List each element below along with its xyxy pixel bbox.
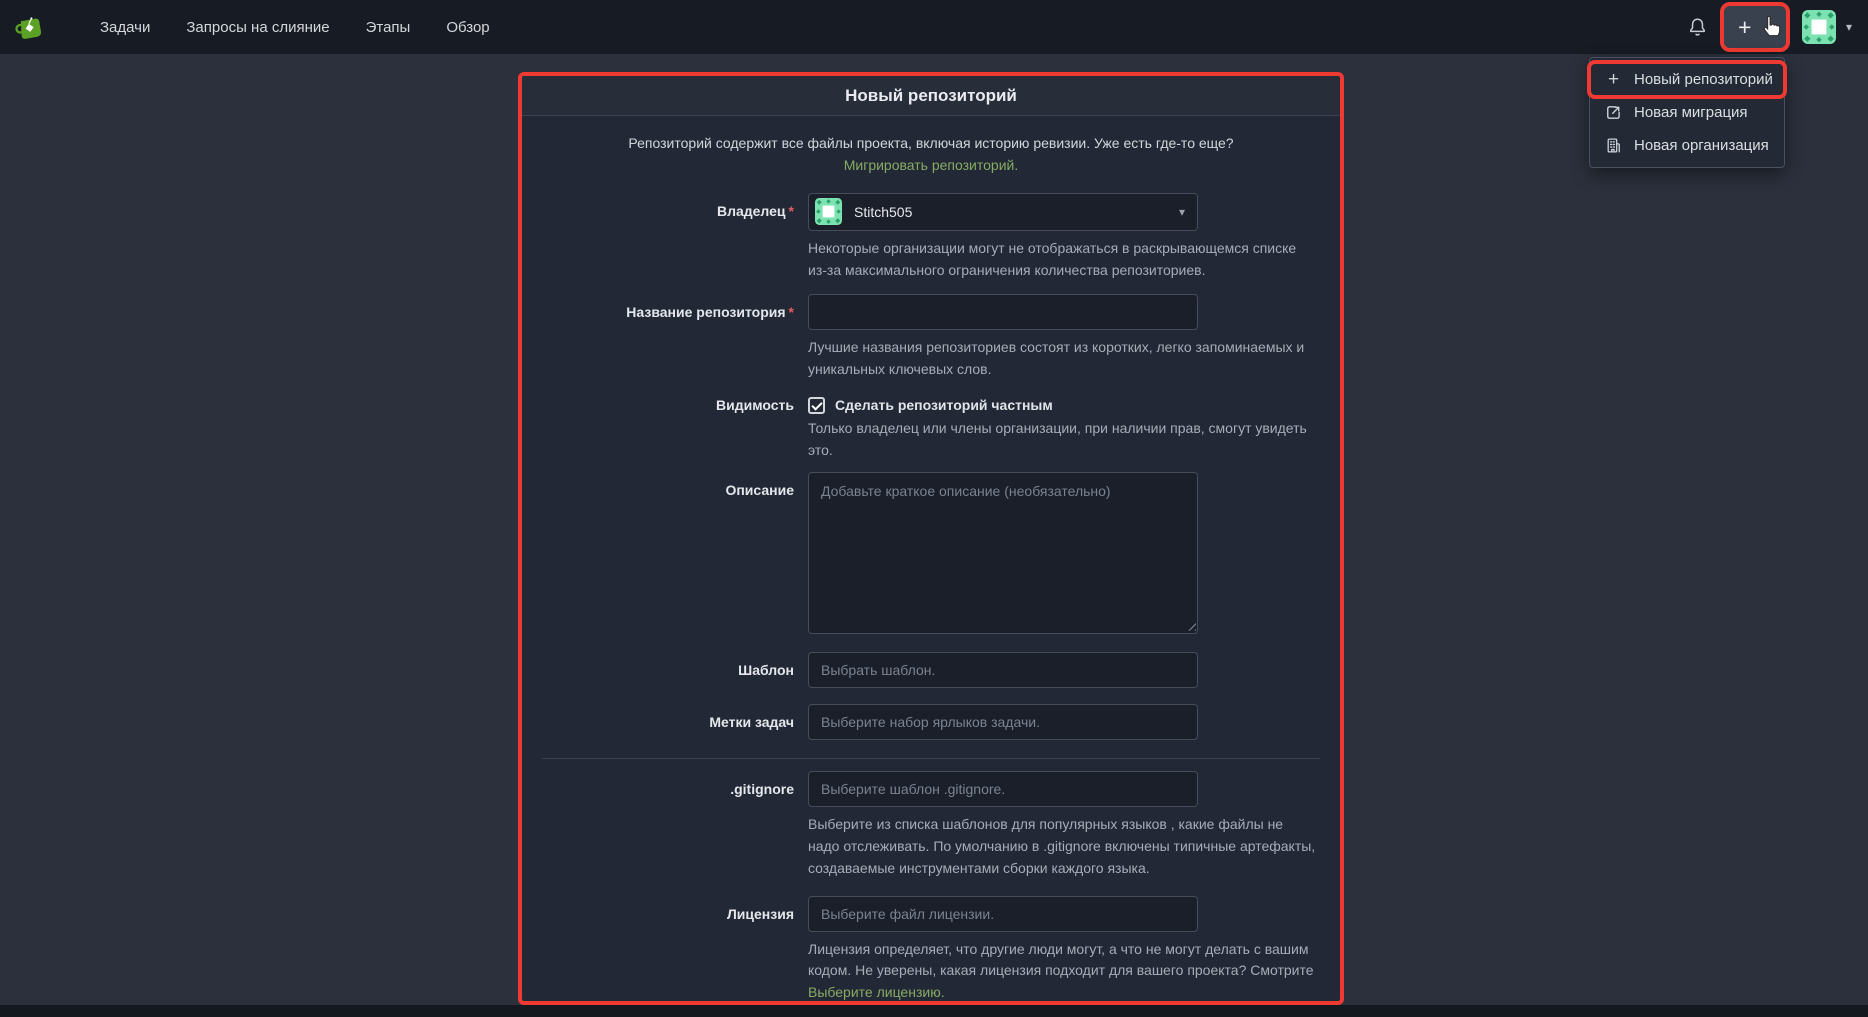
visibility-control: Сделать репозиторий частным Только владе… — [808, 395, 1324, 472]
template-label: Шаблон — [534, 652, 794, 678]
repo-name-label-text: Название репозитория — [626, 304, 785, 320]
license-help-body: Лицензия определяет, что другие люди мог… — [808, 941, 1314, 979]
repo-name-input[interactable] — [808, 294, 1198, 330]
gitignore-label: .gitignore — [534, 771, 794, 797]
plus-icon: + — [1605, 71, 1622, 88]
menu-item-new-migration[interactable]: Новая миграция — [1590, 96, 1784, 129]
organization-icon — [1605, 137, 1622, 154]
navbar: Задачи Запросы на слияние Этапы Обзор + — [0, 0, 1868, 54]
mouse-hand-cursor-icon — [1758, 13, 1785, 40]
notifications-bell-icon[interactable] — [1687, 16, 1708, 38]
issue-labels-label: Метки задач — [534, 704, 794, 730]
owner-value: Stitch505 — [854, 204, 1179, 220]
license-help-text: Лицензия определяет, что другие люди мог… — [808, 939, 1318, 1005]
owner-row: Владелец* — [534, 193, 1328, 294]
issue-labels-input[interactable] — [808, 704, 1198, 740]
user-menu-caret-icon[interactable]: ▾ — [1846, 20, 1852, 34]
section-divider — [542, 758, 1320, 759]
description-row: Описание — [534, 472, 1328, 634]
repo-name-control: Лучшие названия репозиториев состоят из … — [808, 294, 1324, 395]
user-avatar[interactable] — [1802, 10, 1836, 44]
owner-label-text: Владелец — [717, 203, 786, 219]
screen: Задачи Запросы на слияние Этапы Обзор + — [0, 0, 1868, 1017]
repo-name-help-text: Лучшие названия репозиториев состоят из … — [808, 337, 1318, 381]
license-control: Лицензия определяет, что другие люди мог… — [808, 896, 1324, 1005]
migrate-repository-link[interactable]: Мигрировать репозиторий. — [844, 157, 1019, 173]
template-control — [808, 652, 1324, 688]
chevron-down-icon: ▾ — [1179, 205, 1185, 219]
plus-icon: + — [1738, 16, 1751, 39]
nav-item-milestones[interactable]: Этапы — [366, 19, 411, 36]
owner-select[interactable]: Stitch505 ▾ — [808, 193, 1198, 231]
menu-item-new-organization[interactable]: Новая организация — [1590, 129, 1784, 162]
gitignore-input[interactable] — [808, 771, 1198, 807]
form-body: Репозиторий содержит все файлы проекта, … — [522, 116, 1340, 1004]
menu-item-new-repository[interactable]: + Новый репозиторий — [1590, 63, 1784, 96]
owner-label: Владелец* — [534, 193, 794, 219]
issue-labels-control — [808, 704, 1324, 740]
nav-item-pull-requests[interactable]: Запросы на слияние — [186, 19, 329, 36]
bottom-strip — [0, 1005, 1868, 1017]
license-label: Лицензия — [534, 896, 794, 922]
menu-item-label: Новая организация — [1634, 137, 1769, 154]
visibility-row: Видимость Сделать репозиторий частным То… — [534, 395, 1328, 472]
gitea-logo-icon[interactable] — [14, 12, 44, 42]
new-repository-form-panel: Новый репозиторий Репозиторий содержит в… — [518, 72, 1344, 1005]
navbar-right: + — [1687, 6, 1852, 48]
issue-labels-row: Метки задач — [534, 704, 1328, 740]
template-input[interactable] — [808, 652, 1198, 688]
identicon-avatar-icon — [1802, 10, 1836, 44]
private-checkbox[interactable] — [808, 397, 825, 414]
visibility-label: Видимость — [534, 395, 794, 413]
intro-text: Репозиторий содержит все файлы проекта, … — [628, 135, 1233, 151]
owner-control: Stitch505 ▾ Некоторые организации могут … — [808, 193, 1324, 294]
choose-license-link[interactable]: Выберите лицензию. — [808, 984, 945, 1000]
gitignore-help-text: Выберите из списка шаблонов для популярн… — [808, 814, 1318, 880]
description-textarea[interactable] — [808, 472, 1198, 634]
menu-item-label: Новый репозиторий — [1634, 71, 1773, 88]
navbar-menu: Задачи Запросы на слияние Этапы Обзор — [100, 19, 490, 36]
nav-item-issues[interactable]: Задачи — [100, 19, 150, 36]
visibility-help-text: Только владелец или члены организации, п… — [808, 418, 1318, 462]
owner-help-text: Некоторые организации могут не отображат… — [808, 238, 1318, 282]
create-new-dropdown-menu: + Новый репозиторий Новая миграция — [1589, 57, 1785, 168]
description-control — [808, 472, 1198, 634]
template-row: Шаблон — [534, 652, 1328, 688]
gitignore-control: Выберите из списка шаблонов для популярн… — [808, 771, 1324, 896]
repo-name-label: Название репозитория* — [534, 294, 794, 320]
migration-icon — [1605, 104, 1622, 121]
gitea-cup-icon — [14, 12, 44, 42]
form-title: Новый репозиторий — [522, 76, 1340, 116]
license-input[interactable] — [808, 896, 1198, 932]
owner-avatar — [815, 198, 842, 225]
private-checkbox-label: Сделать репозиторий частным — [835, 397, 1053, 413]
nav-item-explore[interactable]: Обзор — [446, 19, 489, 36]
form-intro-text: Репозиторий содержит все файлы проекта, … — [611, 132, 1251, 177]
gitignore-row: .gitignore Выберите из списка шаблонов д… — [534, 771, 1328, 896]
create-new-button[interactable]: + — [1724, 6, 1786, 48]
required-marker: * — [789, 203, 794, 219]
menu-item-label: Новая миграция — [1634, 104, 1748, 121]
license-row: Лицензия Лицензия определяет, что другие… — [534, 896, 1328, 1005]
required-marker: * — [789, 304, 794, 320]
repo-name-row: Название репозитория* Лучшие названия ре… — [534, 294, 1328, 395]
description-label: Описание — [534, 472, 794, 498]
